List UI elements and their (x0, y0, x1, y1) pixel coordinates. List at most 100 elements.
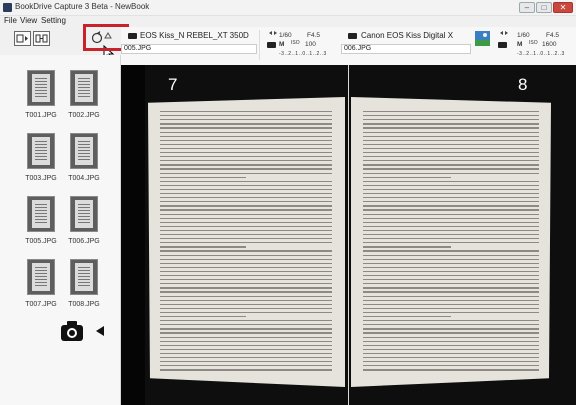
page-text-line (160, 123, 332, 125)
camera-1-iso[interactable]: 100 (305, 41, 316, 48)
camera-2-mode[interactable]: M (517, 41, 522, 48)
close-button[interactable]: ✕ (553, 2, 573, 13)
camera-1-aperture[interactable]: F4.5 (307, 32, 320, 39)
page-text-line (363, 123, 539, 125)
page-text-line (363, 115, 539, 117)
thumbnail-panel (0, 55, 121, 405)
page-text-line (363, 238, 539, 240)
page-text-line (160, 311, 332, 314)
spread-view-button[interactable] (33, 31, 50, 46)
camera-1-name: EOS Kiss_N REBEL_XT 350D (140, 31, 249, 40)
page-text-line (363, 143, 539, 146)
page-text-line (363, 258, 539, 260)
page-text-line (363, 311, 539, 314)
page-text-line (363, 242, 539, 244)
page-text-line (160, 320, 332, 322)
capture-button[interactable] (60, 320, 84, 342)
thumbnail-label: T003.JPG (25, 175, 57, 182)
left-page-image (148, 97, 345, 387)
camera-1-iso-label: ISO (291, 40, 300, 46)
thumbnail-image[interactable] (27, 259, 55, 295)
thumbnail-image[interactable] (27, 70, 55, 106)
page-text-line (363, 332, 539, 334)
camera-2-shutter[interactable]: 1/60 (517, 32, 530, 39)
page-text-line (160, 361, 332, 363)
page-text-line (363, 254, 539, 256)
page-text-line (363, 135, 539, 137)
page-text-line (160, 213, 332, 215)
minimize-button[interactable]: – (519, 2, 535, 13)
thumbnail-image[interactable] (70, 196, 98, 232)
page-text-line (363, 270, 539, 273)
thumbnail-image[interactable] (27, 133, 55, 169)
camera-2-capture-icon[interactable] (498, 42, 507, 48)
thumbnail-image[interactable] (70, 259, 98, 295)
page-text-line (160, 229, 332, 232)
menu-file[interactable]: File (4, 16, 17, 25)
page-viewer[interactable]: 7 8 (121, 65, 576, 405)
page-text-line (160, 295, 332, 297)
page-text-line (160, 197, 332, 199)
page-text-line (160, 139, 332, 141)
camera-1-capture-icon[interactable] (267, 42, 276, 48)
page-text-line (363, 205, 539, 207)
page-text-line (363, 324, 539, 326)
page-text-line (363, 119, 539, 121)
page-text-line (160, 344, 332, 346)
page-text-line (363, 295, 539, 297)
page-text-line (160, 111, 332, 113)
page-text-line (160, 287, 332, 289)
page-text-line (363, 250, 539, 252)
page-text-line (363, 246, 451, 248)
page-text-line (363, 184, 539, 187)
page-text-line (160, 307, 332, 310)
page-text-line (363, 365, 539, 367)
page-text-line (160, 221, 332, 223)
thumbnail-image[interactable] (27, 196, 55, 232)
page-text-line (363, 299, 539, 301)
thumbnail-image[interactable] (70, 133, 98, 169)
left-page-number: 7 (168, 75, 178, 94)
collapse-panel-arrow[interactable] (95, 325, 105, 337)
viewer-left-edge (121, 65, 145, 405)
page-text-line (160, 303, 332, 305)
thumbnail-label: T008.JPG (68, 301, 100, 308)
page-text-line (160, 365, 332, 367)
page-text-line (160, 152, 332, 154)
camera-2-aperture[interactable]: F4.5 (546, 32, 559, 39)
page-text-line (160, 332, 332, 334)
single-page-view-button[interactable] (14, 31, 31, 46)
page-text-line (160, 238, 332, 240)
maximize-button[interactable]: □ (536, 2, 552, 13)
menu-setting[interactable]: Setting (41, 16, 66, 25)
page-text-line (363, 225, 539, 228)
page-text-line (160, 160, 332, 162)
camera-2-ev-arrows (499, 30, 509, 38)
thumbnail-image[interactable] (70, 70, 98, 106)
camera-2-filename[interactable]: 006.JPG (341, 44, 471, 54)
camera-1-shutter[interactable]: 1/60 (279, 32, 292, 39)
camera-2-iso[interactable]: 1600 (542, 41, 556, 48)
spread-icon (35, 34, 48, 43)
camera-strip: EOS Kiss_N REBEL_XT 350D 005.JPG 1/60 F4… (121, 27, 576, 66)
page-text-line (160, 246, 246, 248)
page-text-line (363, 361, 539, 363)
page-text-line (363, 168, 539, 170)
menu-view[interactable]: View (20, 16, 37, 25)
thumbnail-label: T006.JPG (68, 238, 100, 245)
page-text-line (363, 369, 539, 371)
camera-2-thumbnail-icon (475, 31, 490, 46)
page-text-line (363, 283, 539, 285)
page-text-line (363, 307, 539, 310)
page-text-line (160, 242, 332, 244)
camera-1-filename[interactable]: 005.JPG (121, 44, 257, 54)
thumbnail-label: T007.JPG (25, 301, 57, 308)
page-text-line (363, 201, 539, 203)
page-text-line (160, 131, 332, 133)
page-text-line (363, 262, 539, 264)
thumbnail-label: T004.JPG (68, 175, 100, 182)
window-title: BookDrive Capture 3 Beta - NewBook (15, 2, 150, 11)
page-text-line (160, 266, 332, 269)
camera-1-mode[interactable]: M (279, 41, 284, 48)
page-text-line (160, 193, 332, 195)
